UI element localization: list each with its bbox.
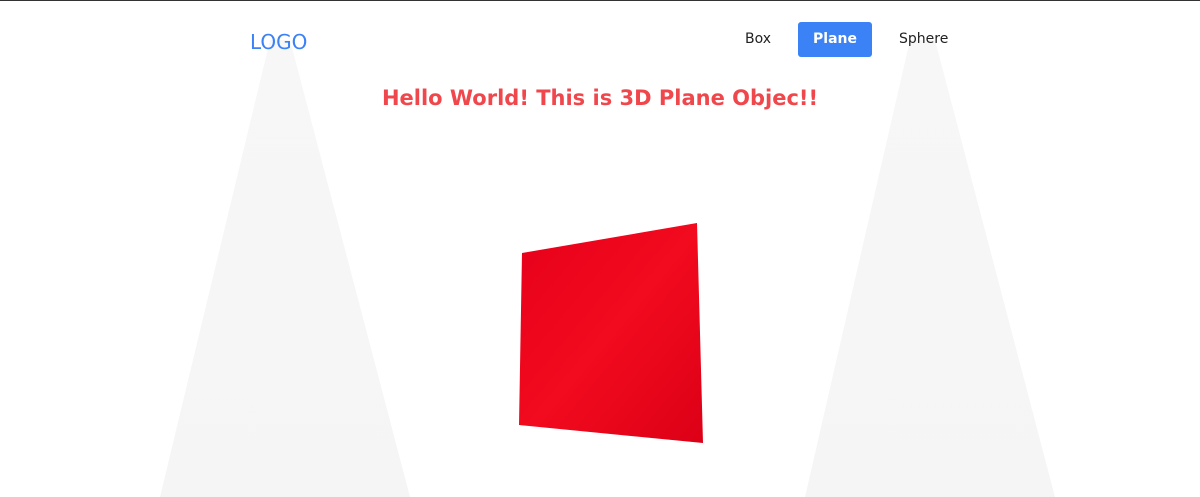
page-heading: Hello World! This is 3D Plane Objec!! — [381, 86, 819, 110]
nav-item-sphere[interactable]: Sphere — [884, 22, 963, 57]
logo-link[interactable]: LOGO — [250, 30, 307, 54]
main-nav: Box Plane Sphere — [730, 22, 975, 57]
site-header: LOGO Box Plane Sphere — [0, 0, 1200, 80]
nav-item-plane[interactable]: Plane — [798, 22, 872, 57]
nav-item-box[interactable]: Box — [730, 22, 786, 57]
3d-plane-object — [519, 223, 703, 443]
